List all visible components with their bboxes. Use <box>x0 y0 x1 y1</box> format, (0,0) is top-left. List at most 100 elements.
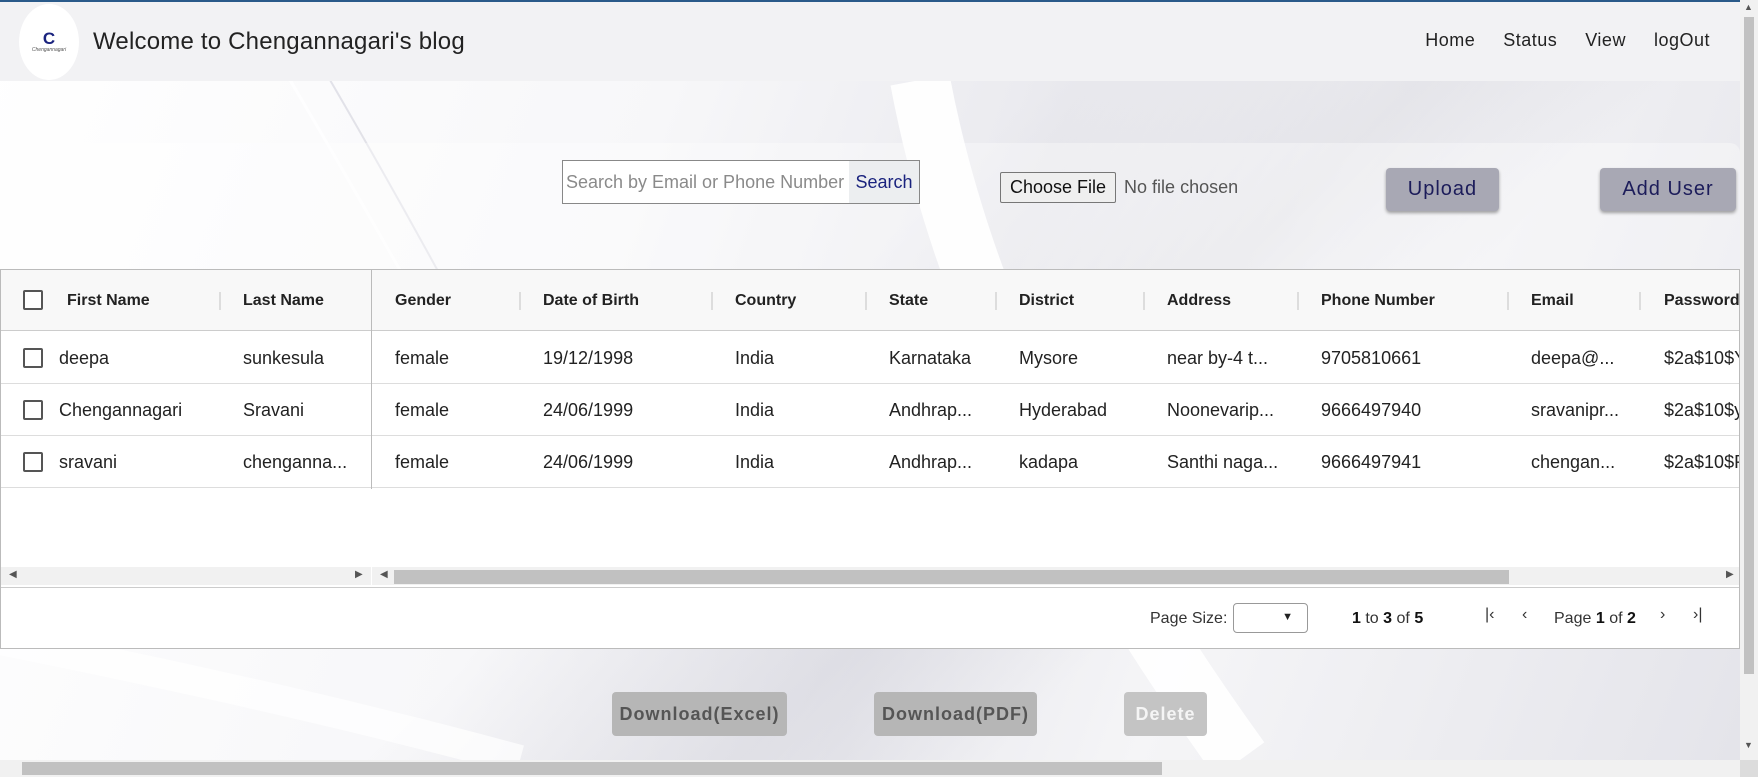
choose-file-button[interactable]: Choose File <box>1000 172 1117 203</box>
scroll-right-icon[interactable]: ▶ <box>1726 569 1734 580</box>
chevron-down-icon: ▼ <box>1282 611 1293 623</box>
logo[interactable]: C Chengannagari <box>19 3 79 80</box>
table-row[interactable]: sravani chenganna... female 24/06/1999 I… <box>1 436 1740 488</box>
scroll-down-icon[interactable]: ▼ <box>1744 740 1753 750</box>
cell-gender: female <box>395 399 450 420</box>
cell-password: $2a$10$R <box>1664 451 1740 472</box>
of-word: of <box>1396 610 1410 627</box>
col-phone[interactable]: Phone Number <box>1321 270 1509 331</box>
search-button[interactable]: Search <box>849 161 919 203</box>
cell-phone: 9666497940 <box>1321 399 1422 420</box>
delete-button[interactable]: Delete <box>1124 692 1207 736</box>
page-horizontal-scrollbar[interactable] <box>0 760 1740 777</box>
grid-scroll-thumb[interactable] <box>394 570 1509 584</box>
cell-district: Mysore <box>1019 347 1079 368</box>
col-label: Gender <box>395 291 452 309</box>
first-page-icon[interactable]: |‹ <box>1485 606 1494 624</box>
scroll-left-icon[interactable]: ◀ <box>9 569 17 580</box>
col-label: Phone Number <box>1321 291 1435 309</box>
file-status: No file chosen <box>1124 177 1239 197</box>
table-row[interactable]: Chengannagari Sravani female 24/06/1999 … <box>1 384 1740 436</box>
cell-email: sravanipr... <box>1531 399 1620 420</box>
download-pdf-button[interactable]: Download(PDF) <box>874 692 1037 736</box>
col-label: District <box>1019 291 1075 309</box>
col-label: Date of Birth <box>543 291 639 309</box>
col-last-name[interactable]: Last Name <box>243 270 371 331</box>
row-checkbox[interactable] <box>23 348 43 368</box>
col-district[interactable]: District <box>1019 270 1145 331</box>
cell-gender: female <box>395 347 450 368</box>
col-label: Country <box>735 291 797 309</box>
cell-email: chengan... <box>1531 451 1616 472</box>
cell-country: India <box>735 347 775 368</box>
col-first-name[interactable]: First Name <box>67 270 221 331</box>
file-picker: Choose File No file chosen <box>1000 172 1238 203</box>
col-email[interactable]: Email <box>1531 270 1641 331</box>
row-to: 3 <box>1383 610 1393 627</box>
col-label: Last Name <box>243 291 324 309</box>
logo-text: Chengannagari <box>31 46 67 53</box>
cell-email: deepa@... <box>1531 347 1615 368</box>
scroll-up-icon[interactable]: ▲ <box>1744 2 1753 12</box>
cell-state: Andhrap... <box>889 451 973 472</box>
table-header: First Name Last Name Gender Date of Birt… <box>1 270 1740 331</box>
cell-address: Santhi naga... <box>1167 451 1279 472</box>
cell-dob: 19/12/1998 <box>543 347 634 368</box>
page-scroll-thumb[interactable] <box>1744 17 1754 674</box>
col-dob[interactable]: Date of Birth <box>543 270 713 331</box>
nav-status[interactable]: Status <box>1503 30 1557 51</box>
cell-password: $2a$10$Y <box>1664 347 1740 368</box>
cell-phone: 9705810661 <box>1321 347 1422 368</box>
cell-district: Hyderabad <box>1019 399 1108 420</box>
top-nav: Home Status View logOut <box>1397 30 1710 51</box>
search-bar: Search <box>562 160 920 204</box>
scroll-right-icon[interactable]: ▶ <box>355 569 363 580</box>
col-label: Password <box>1664 291 1740 309</box>
search-input[interactable] <box>563 161 849 203</box>
cell-password: $2a$10$y <box>1664 399 1740 420</box>
row-count: 1 to 3 of 5 <box>1352 610 1423 628</box>
col-country[interactable]: Country <box>735 270 867 331</box>
page-hscroll-thumb[interactable] <box>22 762 1162 775</box>
cell-last-name: sunkesula <box>243 347 325 368</box>
pinned-horizontal-scrollbar[interactable]: ◀ ▶ <box>1 567 371 585</box>
col-gender[interactable]: Gender <box>395 270 521 331</box>
row-checkbox[interactable] <box>23 452 43 472</box>
next-page-icon[interactable]: › <box>1660 606 1665 624</box>
page-vertical-scrollbar[interactable]: ▲ ▼ <box>1740 0 1758 760</box>
download-excel-button[interactable]: Download(Excel) <box>612 692 787 736</box>
cell-first-name: deepa <box>59 347 110 368</box>
col-state[interactable]: State <box>889 270 997 331</box>
col-label: State <box>889 291 929 309</box>
current-page: 1 <box>1595 610 1605 627</box>
col-password[interactable]: Password <box>1664 270 1740 331</box>
row-checkbox[interactable] <box>23 400 43 420</box>
col-label: Email <box>1531 291 1574 309</box>
total-pages: 2 <box>1626 610 1636 627</box>
cell-country: India <box>735 451 775 472</box>
add-user-button[interactable]: Add User <box>1600 168 1736 211</box>
cell-gender: female <box>395 451 450 472</box>
scrollbar-corner <box>1740 760 1758 777</box>
col-address[interactable]: Address <box>1167 270 1299 331</box>
logo-letter: C <box>42 28 56 48</box>
cell-district: kadapa <box>1019 451 1079 472</box>
page-size-select[interactable]: ▼ <box>1233 603 1308 633</box>
cell-address: near by-4 t... <box>1167 347 1269 368</box>
upload-button[interactable]: Upload <box>1386 168 1499 211</box>
nav-logout[interactable]: logOut <box>1654 30 1710 51</box>
nav-home[interactable]: Home <box>1425 30 1475 51</box>
scroll-left-icon[interactable]: ◀ <box>380 569 388 580</box>
nav-view[interactable]: View <box>1585 30 1626 51</box>
grid-horizontal-scrollbar[interactable]: ◀ ▶ <box>372 567 1739 585</box>
app-header: C Chengannagari Welcome to Chengannagari… <box>0 2 1740 81</box>
cell-dob: 24/06/1999 <box>543 399 634 420</box>
page-size-label: Page Size: <box>1150 610 1228 627</box>
last-page-icon[interactable]: ›| <box>1693 606 1702 624</box>
select-all-checkbox[interactable] <box>23 290 43 310</box>
previous-page-icon[interactable]: ‹ <box>1522 606 1527 624</box>
users-table: First Name Last Name Gender Date of Birt… <box>0 269 1740 649</box>
table-row[interactable]: deepa sunkesula female 19/12/1998 India … <box>1 332 1740 384</box>
cell-last-name: chenganna... <box>243 451 348 472</box>
cell-state: Andhrap... <box>889 399 973 420</box>
